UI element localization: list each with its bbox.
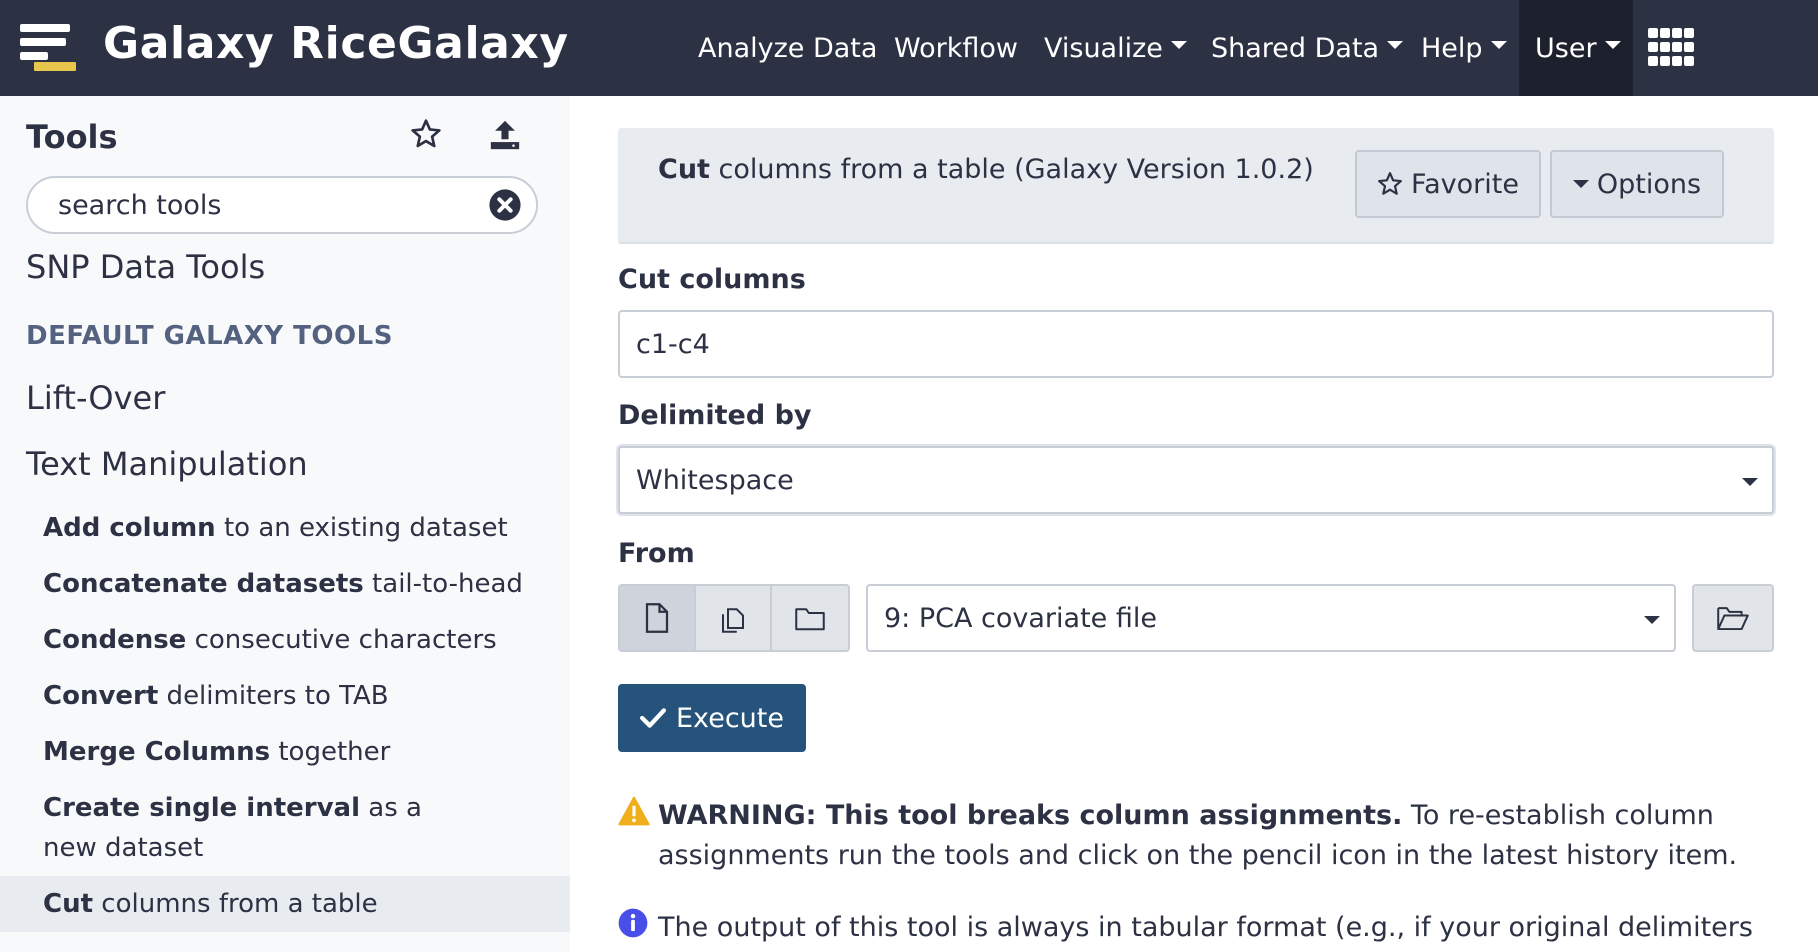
tool-name: Condense: [43, 625, 187, 655]
dataset-collection-button[interactable]: [770, 584, 850, 652]
cut-columns-label: Cut columns: [618, 264, 806, 295]
tool-condense[interactable]: Condense consecutive characters: [43, 620, 543, 660]
cut-columns-input[interactable]: [618, 310, 1774, 378]
caret-down-icon: [1572, 180, 1589, 188]
options-button[interactable]: Options: [1550, 150, 1724, 218]
star-outline-icon: [1378, 172, 1402, 195]
caret-down-icon: [1387, 41, 1404, 49]
nav-label: User: [1535, 32, 1597, 64]
tool-add-column[interactable]: Add column to an existing dataset: [43, 508, 543, 548]
nav-label: Analyze Data: [698, 32, 878, 64]
tool-panel-title: Tools: [26, 118, 118, 156]
files-icon: [722, 608, 744, 633]
browse-datasets-button[interactable]: [1692, 584, 1774, 652]
section-snp-data-tools[interactable]: SNP Data Tools: [26, 248, 265, 286]
tool-concatenate[interactable]: Concatenate datasets tail-to-head: [43, 564, 543, 604]
caret-down-icon: [1604, 41, 1621, 49]
section-lift-over[interactable]: Lift-Over: [26, 379, 165, 417]
apps-grid-icon[interactable]: [1648, 28, 1694, 68]
star-icon[interactable]: [410, 118, 442, 150]
nav-label: Workflow: [894, 32, 1018, 64]
tool-name: Concatenate datasets: [43, 569, 364, 599]
tool-desc: columns from a table: [93, 889, 378, 919]
tool-panel: Tools SNP Data Tools DEFAULT GALAXY TOOL…: [0, 96, 570, 952]
from-dataset-select[interactable]: 9: PCA covariate file: [866, 584, 1676, 652]
nav-shared-data[interactable]: Shared Data: [1211, 0, 1404, 96]
favorite-button[interactable]: Favorite: [1355, 150, 1541, 218]
tool-title: Cut columns from a table (Galaxy Version…: [658, 154, 1314, 185]
info-text: The output of this tool is always in tab…: [658, 912, 1753, 943]
tool-desc: consecutive characters: [186, 625, 497, 655]
caret-down-icon: [1490, 41, 1507, 49]
tool-desc: tail-to-head: [363, 569, 523, 599]
masthead: Galaxy RiceGalaxy Analyze Data Workflow …: [0, 0, 1818, 96]
favorite-label: Favorite: [1411, 168, 1519, 200]
tool-create-single-interval[interactable]: Create single interval as a new dataset: [43, 788, 483, 868]
caret-down-icon: [1644, 616, 1660, 624]
caret-down-icon: [1170, 41, 1187, 49]
tool-search-input[interactable]: [58, 178, 478, 232]
tool-form-header: Cut columns from a table (Galaxy Version…: [618, 128, 1774, 244]
tool-name: Cut: [43, 889, 94, 919]
delimited-by-select[interactable]: Whitespace: [618, 446, 1774, 514]
warning-bold: WARNING: This tool breaks column assignm…: [658, 800, 1403, 831]
nav-visualize[interactable]: Visualize: [1044, 0, 1187, 96]
nav-workflow[interactable]: Workflow: [894, 0, 1018, 96]
clear-search-icon[interactable]: [488, 188, 522, 222]
warning-text: WARNING: This tool breaks column assignm…: [658, 796, 1778, 876]
delimited-by-label: Delimited by: [618, 400, 812, 431]
nav-user[interactable]: User: [1519, 0, 1633, 96]
section-text-manipulation[interactable]: Text Manipulation: [26, 445, 308, 483]
warning-icon: [618, 796, 650, 826]
tool-name: Merge Columns: [43, 737, 271, 767]
tool-name: Convert: [43, 681, 159, 711]
nav-analyze-data[interactable]: Analyze Data: [698, 0, 877, 96]
brand-title[interactable]: Galaxy RiceGalaxy: [103, 18, 569, 69]
multiple-datasets-button[interactable]: [694, 584, 772, 652]
execute-label: Execute: [676, 702, 784, 734]
nav-label: Help: [1421, 32, 1483, 64]
tool-convert[interactable]: Convert delimiters to TAB: [43, 676, 543, 716]
nav-label: Shared Data: [1211, 32, 1380, 64]
options-label: Options: [1596, 168, 1702, 200]
from-label: From: [618, 538, 695, 569]
tool-merge-columns[interactable]: Merge Columns together: [43, 732, 543, 772]
tool-desc: to an existing dataset: [215, 513, 508, 543]
galaxy-logo-icon[interactable]: [20, 24, 78, 72]
tool-name: Add column: [43, 513, 216, 543]
info-icon: [618, 908, 648, 938]
file-icon: [645, 603, 669, 633]
folder-open-icon: [1717, 607, 1749, 631]
tool-title-version: columns from a table (Galaxy Version 1.0…: [709, 154, 1314, 185]
nav-label: Visualize: [1044, 32, 1163, 64]
tool-cut-columns[interactable]: Cut columns from a table: [43, 884, 543, 924]
folder-icon: [795, 608, 825, 631]
caret-down-icon: [1742, 478, 1758, 486]
tool-form: Cut columns from a table (Galaxy Version…: [570, 96, 1818, 952]
tool-desc: delimiters to TAB: [158, 681, 389, 711]
tool-desc: together: [270, 737, 391, 767]
delimited-by-value: Whitespace: [636, 464, 794, 496]
from-dataset-value: 9: PCA covariate file: [884, 602, 1157, 634]
tool-search-box: [26, 176, 538, 234]
nav-help[interactable]: Help: [1421, 0, 1507, 96]
tool-name: Create single interval: [43, 793, 361, 823]
tool-title-name: Cut: [658, 154, 710, 185]
check-icon: [640, 708, 666, 728]
single-dataset-button[interactable]: [618, 584, 696, 652]
upload-icon[interactable]: [488, 118, 522, 152]
section-label-default-galaxy-tools: DEFAULT GALAXY TOOLS: [26, 321, 393, 351]
execute-button[interactable]: Execute: [618, 684, 806, 752]
